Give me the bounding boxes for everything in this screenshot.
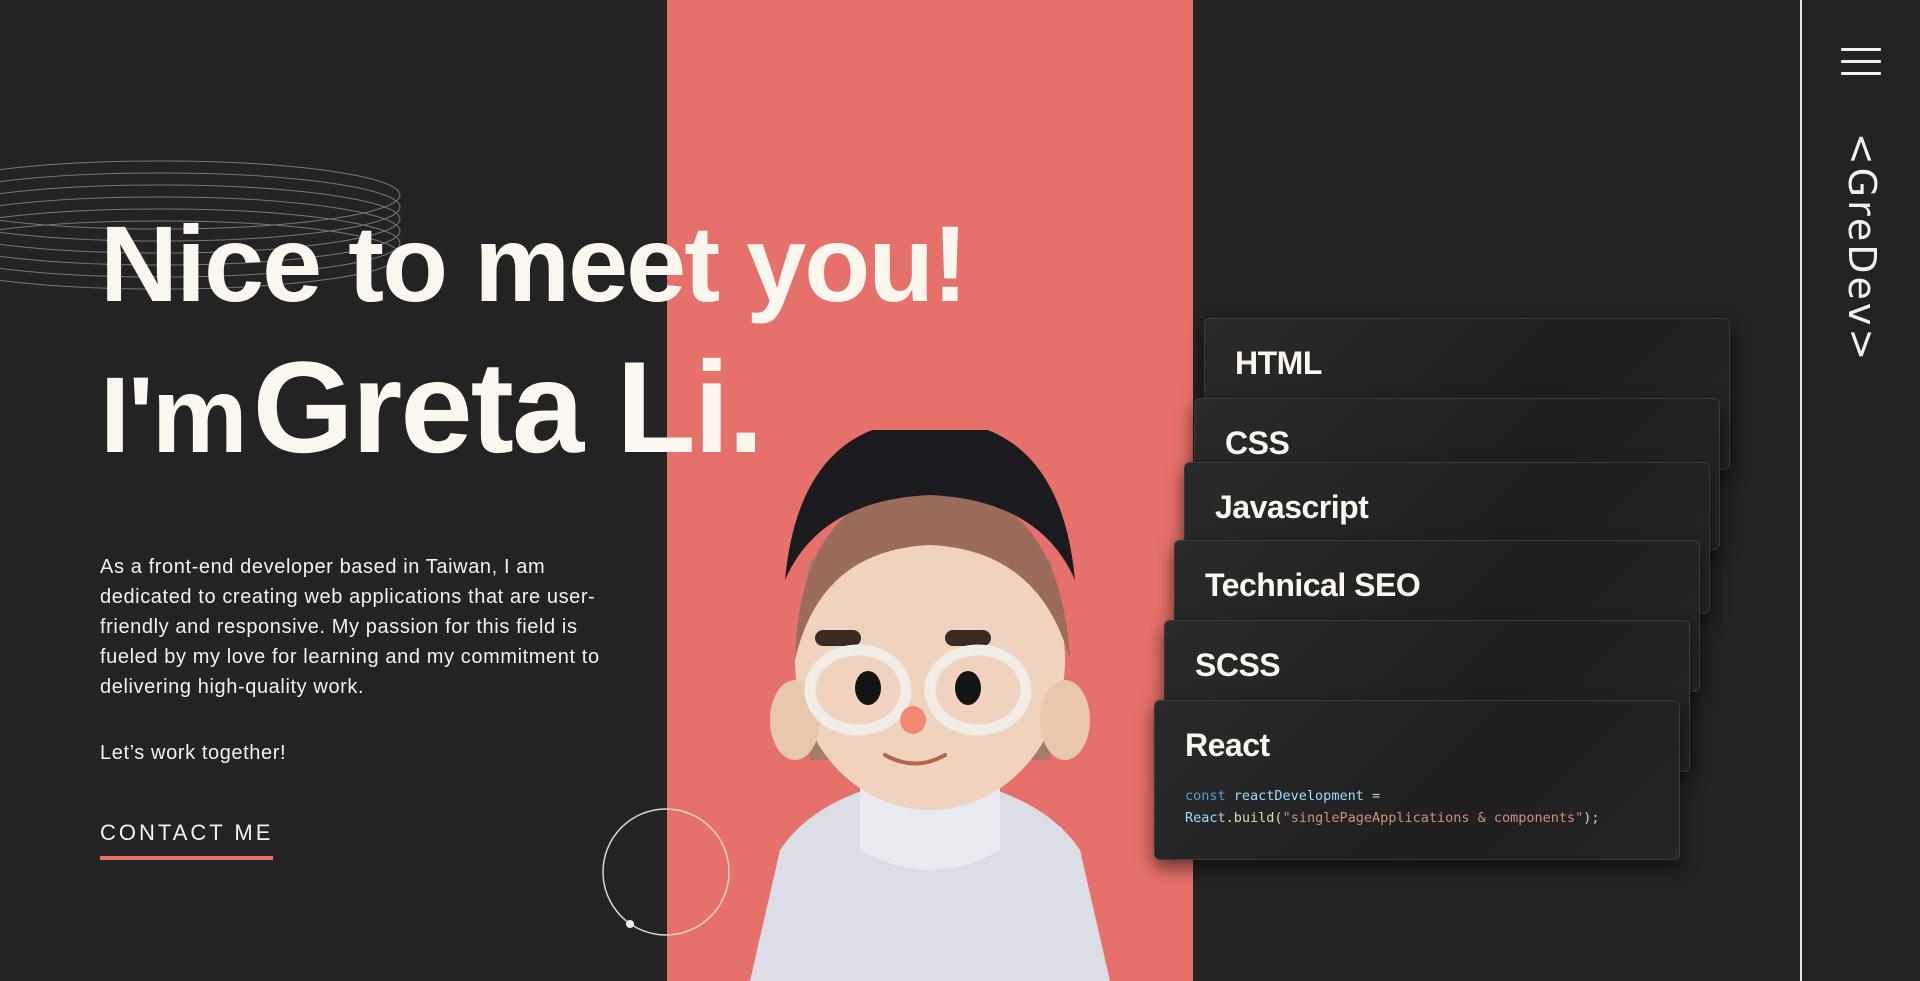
skill-card-react[interactable]: React const reactDevelopment = React.bui… — [1154, 700, 1680, 860]
skill-card-title: Technical SEO — [1205, 567, 1421, 603]
skill-card-title: HTML — [1235, 345, 1322, 381]
skill-cards-stack: HTML CSS Javascript Technical SEO SCSS R… — [1150, 318, 1740, 878]
code-method: build — [1233, 810, 1275, 826]
code-object: React — [1185, 810, 1226, 826]
scroll-circle-icon — [602, 808, 730, 936]
contact-me-link[interactable]: CONTACT ME — [100, 820, 274, 860]
hero-intro: I'm Greta Li. — [100, 342, 966, 472]
cta-text: Let’s work together! — [100, 742, 287, 764]
code-operator: = — [1363, 788, 1381, 804]
avatar-illustration — [750, 430, 1110, 981]
hero-greeting: Nice to meet you! — [100, 203, 968, 324]
hero-headline: Nice to meet you! I'm Greta Li. — [100, 203, 968, 473]
code-string: "singlePageApplications & components" — [1282, 810, 1584, 826]
skill-card-title: React — [1185, 727, 1270, 763]
code-variable: reactDevelopment — [1233, 788, 1364, 804]
code-open-paren: ( — [1274, 810, 1283, 826]
skill-card-title: CSS — [1225, 425, 1290, 461]
code-keyword: const — [1185, 788, 1226, 804]
code-dot: . — [1225, 810, 1234, 826]
hero-name: Greta Li. — [252, 334, 764, 480]
skill-card-title: SCSS — [1195, 647, 1281, 683]
skill-card-title: Javascript — [1215, 489, 1369, 525]
site-logo[interactable]: <GreDev> — [1820, 118, 1904, 378]
bio-paragraph: As a front-end developer based in Taiwan… — [100, 556, 600, 698]
react-code-snippet: const reactDevelopment = React.build("si… — [1185, 785, 1600, 829]
hamburger-menu-icon[interactable] — [1841, 48, 1883, 78]
site-logo-text: <GreDev> — [1840, 132, 1885, 364]
hero-intro-prefix: I'm — [100, 354, 248, 475]
code-close: ); — [1583, 810, 1600, 826]
right-sidebar: <GreDev> — [1800, 0, 1920, 981]
